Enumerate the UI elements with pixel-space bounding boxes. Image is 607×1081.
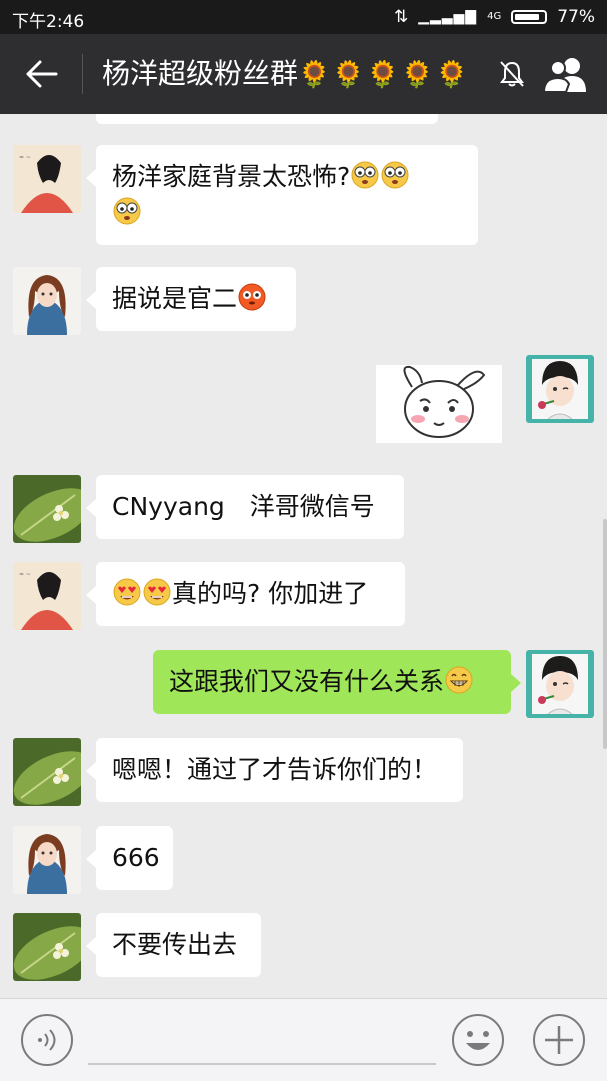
flower-leaf-avatar (13, 475, 81, 543)
message-text: 666 (112, 843, 160, 872)
back-arrow-icon (26, 60, 58, 88)
message-text: 杨洋家庭背景太恐怖? (112, 162, 351, 191)
plus-icon (533, 1014, 585, 1066)
back-button[interactable] (20, 52, 64, 96)
grin-emoji-icon (445, 666, 473, 694)
avatar[interactable] (13, 826, 81, 894)
avatar[interactable] (13, 562, 81, 630)
status-bar: 下午2:46 ⇅ ▁▂▃▅▇ 4G 77% (0, 0, 607, 34)
voice-button[interactable] (20, 1013, 74, 1067)
boy-rose-avatar (526, 650, 594, 718)
message-bubble[interactable]: 嗯嗯！通过了才告诉你们的！ (86, 738, 463, 802)
group-name: 杨洋超级粉丝群 (102, 57, 299, 90)
message-bubble-partial[interactable] (96, 114, 438, 124)
girl-long-hair-avatar (13, 826, 81, 894)
battery-icon (511, 10, 548, 24)
avatar-self[interactable] (526, 355, 594, 423)
avatar[interactable] (13, 475, 81, 543)
message-bubble[interactable]: 666 (86, 826, 173, 890)
message-bubble[interactable]: 真的吗? 你加进了 (86, 562, 405, 626)
scrollbar-thumb[interactable] (603, 519, 607, 749)
voice-icon (21, 1014, 73, 1066)
message-text: 嗯嗯！通过了才告诉你们的！ (112, 755, 438, 784)
message-text: 这跟我们又没有什么关系 (169, 667, 445, 696)
mute-icon (500, 61, 524, 87)
network-type: 4G (487, 11, 502, 22)
girl-red-dress-avatar (13, 145, 81, 213)
message-text: 真的吗? 你加进了 (172, 579, 369, 608)
header-divider (82, 54, 83, 94)
blushing-emoji-icon (238, 283, 266, 311)
avatar[interactable] (13, 738, 81, 806)
message-text: CNyyang 洋哥微信号 (112, 492, 375, 521)
flower-leaf-avatar (13, 738, 81, 806)
rabbit-sticker[interactable] (376, 365, 502, 443)
girl-red-dress-avatar (13, 562, 81, 630)
input-bar (0, 998, 607, 1081)
avatar[interactable] (13, 267, 81, 335)
group-members-button[interactable] (542, 54, 592, 94)
shocked-emoji-icon (113, 197, 141, 225)
message-bubble-self[interactable]: 这跟我们又没有什么关系 (153, 650, 521, 714)
boy-rose-avatar (526, 355, 594, 423)
message-text: 不要传出去 (112, 930, 238, 959)
message-bubble[interactable]: CNyyang 洋哥微信号 (86, 475, 404, 539)
data-arrows-icon: ⇅ (393, 7, 409, 27)
chat-header: 杨洋超级粉丝群🌻🌻🌻🌻🌻 (0, 34, 607, 114)
more-button[interactable] (532, 1013, 586, 1067)
message-input[interactable] (88, 1063, 436, 1065)
heart-eyes-emoji-icon (143, 578, 171, 606)
avatar-self[interactable] (526, 650, 594, 718)
chat-title: 杨洋超级粉丝群🌻🌻🌻🌻🌻 (102, 54, 470, 95)
emoji-button[interactable] (451, 1013, 505, 1067)
sunflower-icons: 🌻🌻🌻🌻🌻 (298, 60, 470, 90)
message-bubble[interactable]: 杨洋家庭背景太恐怖? (86, 145, 478, 245)
signal-icon: ▁▂▃▅▇ (418, 9, 478, 25)
message-bubble[interactable]: 据说是官二 (86, 267, 296, 331)
heart-eyes-emoji-icon (113, 578, 141, 606)
status-time: 下午2:46 (12, 12, 85, 32)
message-bubble[interactable]: 不要传出去 (86, 913, 261, 977)
shocked-emoji-icon (351, 161, 379, 189)
avatar[interactable] (13, 145, 81, 213)
status-indicators: ⇅ ▁▂▃▅▇ 4G 77% (394, 7, 595, 27)
avatar[interactable] (13, 913, 81, 981)
girl-long-hair-avatar (13, 267, 81, 335)
group-members-icon (542, 58, 586, 93)
emoji-icon (452, 1014, 504, 1066)
battery-percent: 77% (557, 7, 595, 27)
flower-leaf-avatar (13, 913, 81, 981)
shocked-emoji-icon (381, 161, 409, 189)
message-list[interactable]: 杨洋家庭背景太恐怖? 据说是官二 CNyyang 洋哥微信号 真的吗? 你加进了… (0, 114, 607, 998)
message-text: 据说是官二 (112, 284, 238, 313)
rabbit-sticker-icon (403, 365, 486, 438)
